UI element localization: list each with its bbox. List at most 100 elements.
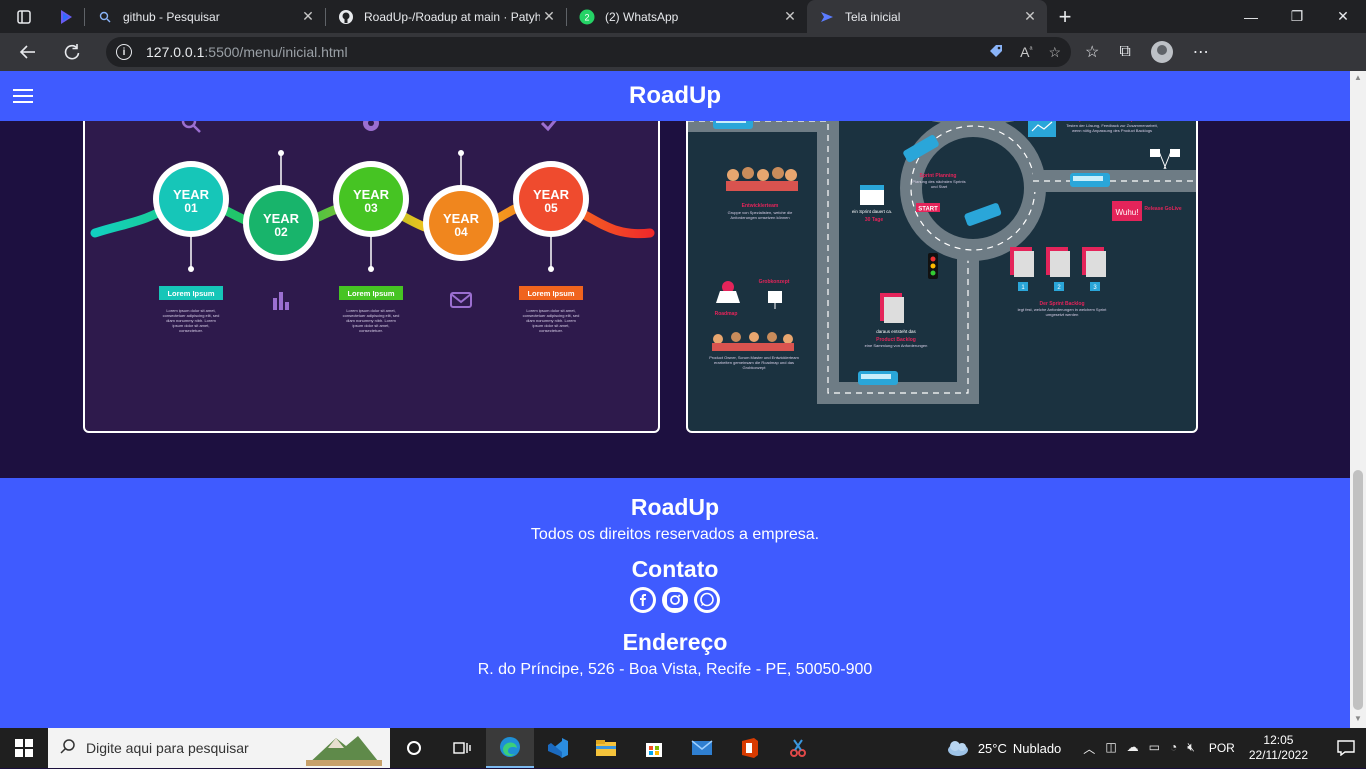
meet-now-icon[interactable]: ◫: [1105, 740, 1116, 757]
window-controls: — ❐ ✕: [1228, 0, 1366, 33]
scroll-up-arrow[interactable]: ▲: [1352, 73, 1364, 85]
back-icon[interactable]: [6, 33, 50, 71]
cortana-icon[interactable]: [390, 728, 438, 768]
windows-start-icon[interactable]: [0, 728, 48, 768]
tab-tela-inicial[interactable]: Tela inicial ✕: [807, 0, 1047, 33]
weather-widget[interactable]: 25°C Nublado: [946, 739, 1061, 757]
toolbar-right: ☆ ⧉ ⋯: [1085, 41, 1209, 63]
owner-desc: Product Owner, Scrum Master und Entwickl…: [709, 355, 799, 370]
tab-close-icon[interactable]: ✕: [299, 8, 317, 25]
year-badge-02: YEAR 02: [243, 185, 319, 261]
contact-title: Contato: [631, 556, 719, 582]
instagram-icon[interactable]: [662, 587, 688, 613]
more-options-icon[interactable]: ⋯: [1193, 42, 1209, 62]
search-icon: [97, 9, 113, 25]
onedrive-icon[interactable]: ☁: [1127, 740, 1139, 757]
tab-title: github - Pesquisar: [123, 9, 220, 24]
year-number: 01: [184, 201, 198, 215]
tag-lorem-1: Lorem Ipsum: [159, 286, 223, 300]
year-label: YEAR: [533, 187, 570, 202]
blurb-bottom-1: Lorem ipsum dolor sit amet, consectetuer…: [162, 308, 220, 333]
add-favorite-icon[interactable]: ☆: [1048, 44, 1061, 61]
traffic-light-icon: [928, 253, 938, 279]
year-number: 02: [274, 225, 288, 239]
restore-icon[interactable]: ❐: [1274, 0, 1320, 33]
menu-icon[interactable]: [13, 89, 33, 103]
notification-icon[interactable]: [1326, 740, 1366, 756]
scroll-down-arrow[interactable]: ▼: [1352, 714, 1364, 726]
browser-tab-bar: github - Pesquisar ✕ RoadUp-/Roadup at m…: [0, 0, 1366, 33]
file-explorer-icon[interactable]: [582, 728, 630, 768]
label-product-backlog-pre: daraus entsteht das: [876, 329, 916, 334]
wifi-icon[interactable]: ◔: [1170, 740, 1177, 757]
tab-github-repo[interactable]: RoadUp-/Roadup at main · Patyh ✕: [326, 0, 566, 33]
minimize-icon[interactable]: —: [1228, 0, 1274, 33]
vscode-taskbar-icon[interactable]: [534, 728, 582, 768]
clock-date: 22/11/2022: [1248, 748, 1308, 762]
tab-github-search[interactable]: github - Pesquisar ✕: [85, 0, 325, 33]
omnibox-actions: Aᵃ ☆: [988, 43, 1061, 62]
chevron-up-icon[interactable]: ︿: [1083, 740, 1095, 757]
bus-icon: [1070, 173, 1110, 187]
search-highlight-illustration: [306, 732, 382, 769]
facebook-icon[interactable]: [630, 587, 656, 613]
product-backlog-docs: [880, 293, 904, 323]
tab-title: RoadUp-/Roadup at main · Patyh: [364, 9, 540, 24]
whatsapp-icon[interactable]: [694, 587, 720, 613]
snipping-tool-icon[interactable]: [774, 728, 822, 768]
profile-avatar[interactable]: [1150, 41, 1173, 63]
taskbar-search[interactable]: Digite aqui para pesquisar: [48, 728, 390, 768]
edge-taskbar-icon[interactable]: [486, 728, 534, 768]
team-people-icon: [726, 167, 798, 191]
tab-whatsapp[interactable]: 2 (2) WhatsApp ✕: [567, 0, 807, 33]
scrum-roadmap-illustration: START Wuhu! 1 2 3 Entwicklerteam Sprint …: [688, 93, 1196, 404]
year-label: YEAR: [263, 211, 300, 226]
close-window-icon[interactable]: ✕: [1320, 0, 1366, 33]
tab-title: Tela inicial: [845, 9, 901, 24]
year-badge-01: YEAR 01: [153, 161, 229, 237]
footer-rights: Todos os direitos reservados a empresa.: [530, 526, 820, 543]
new-tab-button[interactable]: +: [1047, 0, 1083, 33]
year-badge-04: YEAR 04: [423, 185, 499, 261]
office-icon[interactable]: [726, 728, 774, 768]
shopping-tag-icon[interactable]: [988, 43, 1004, 62]
sprint-backlog-docs: 1 2 3: [1010, 247, 1106, 291]
mail-icon[interactable]: [678, 728, 726, 768]
collections-icon[interactable]: ⧉: [1119, 43, 1130, 61]
address-bar[interactable]: i 127.0.0.1 :5500/menu/inicial.html Aᵃ ☆: [106, 37, 1071, 67]
tray-icons: ︿ ◫ ☁ ▭ ◔ 🔇︎: [1083, 740, 1195, 757]
windows-taskbar: Digite aqui para pesquisar 25°C Nublado: [0, 728, 1366, 768]
label-roadmap: Roadmap: [715, 311, 738, 317]
year-label: YEAR: [353, 187, 390, 202]
start-flag: START: [916, 203, 940, 213]
year-number: 03: [364, 201, 378, 215]
clock-time: 12:05: [1263, 733, 1294, 747]
site-info-icon[interactable]: i: [116, 44, 132, 60]
refresh-icon[interactable]: [50, 33, 94, 71]
read-aloud-icon[interactable]: Aᵃ: [1020, 44, 1032, 60]
language-indicator[interactable]: POR: [1209, 741, 1235, 755]
tag-lorem-3: Lorem Ipsum: [519, 286, 583, 300]
favorites-icon[interactable]: ☆: [1085, 42, 1099, 62]
tab-actions-icon[interactable]: [0, 0, 48, 33]
bing-icon[interactable]: [48, 0, 84, 33]
bus-icon: [964, 203, 1002, 226]
battery-icon[interactable]: ▭: [1149, 740, 1160, 757]
github-icon: [338, 9, 354, 25]
tab-close-icon[interactable]: ✕: [540, 8, 558, 25]
label-entwicklerteam: Entwicklerteam: [742, 203, 779, 209]
monitor-chart-icon: [1028, 119, 1056, 137]
svg-text:START: START: [918, 207, 938, 213]
weather-desc: Nublado: [1012, 740, 1062, 756]
product-backlog-desc: eine Sammlung von Anforderungen: [864, 343, 928, 348]
tab-close-icon[interactable]: ✕: [1021, 8, 1039, 25]
store-icon[interactable]: [630, 728, 678, 768]
task-view-icon[interactable]: [438, 728, 486, 768]
year-number: 05: [544, 201, 558, 215]
volume-muted-icon[interactable]: 🔇︎: [1187, 740, 1195, 757]
tab-close-icon[interactable]: ✕: [781, 8, 799, 25]
clock[interactable]: 12:05 22/11/2022: [1249, 733, 1308, 763]
address-title: Endereço: [622, 629, 728, 655]
cloud-icon: [947, 741, 968, 756]
scrollbar-thumb[interactable]: [1353, 470, 1363, 710]
